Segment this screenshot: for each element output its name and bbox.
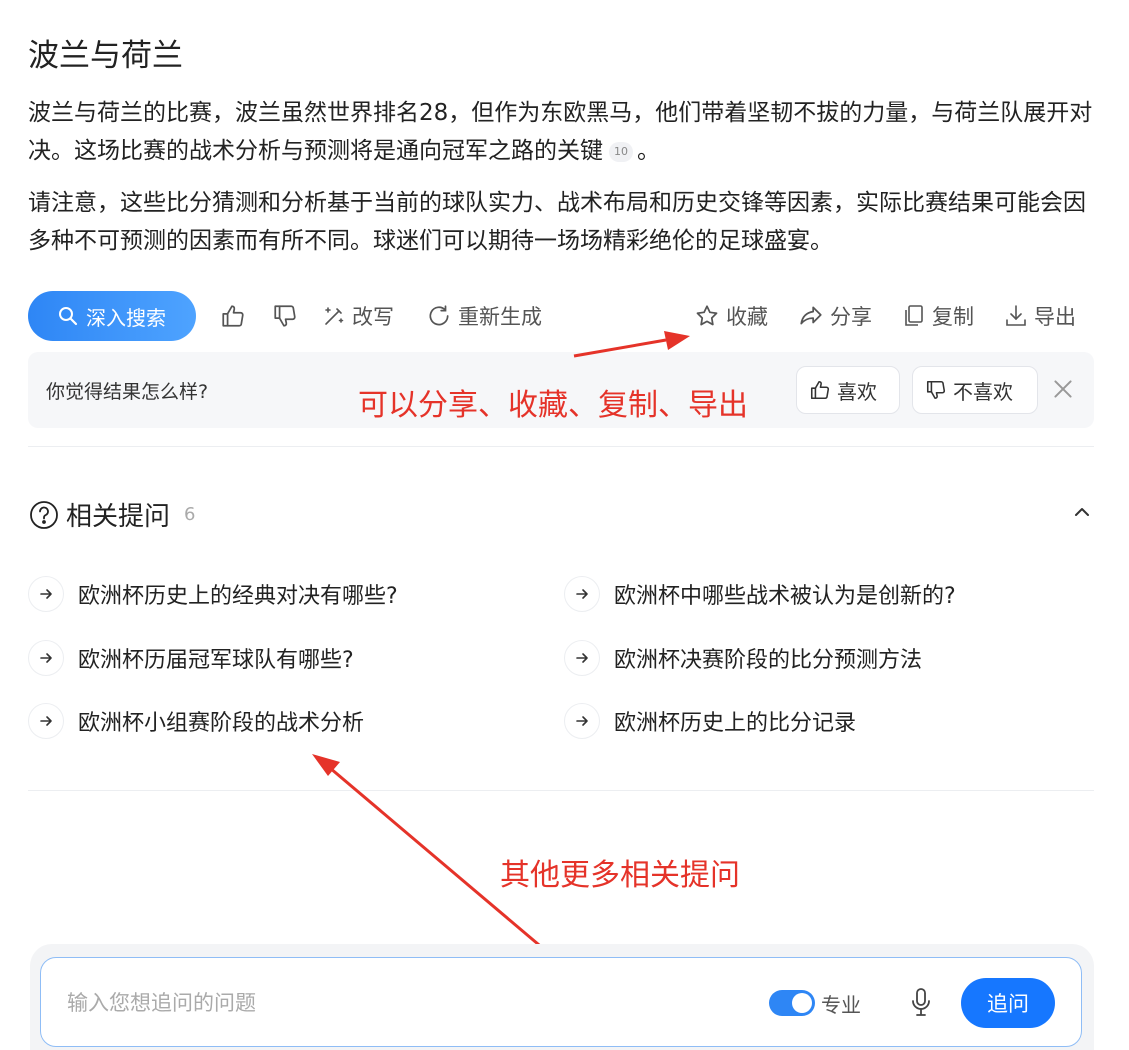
divider <box>28 446 1094 447</box>
question-circle-icon <box>30 500 58 529</box>
thumbs-down-icon <box>274 305 296 327</box>
download-icon <box>1006 305 1026 326</box>
composer: 专业 追问 <box>40 957 1082 1047</box>
related-question-text: 欧洲杯小组赛阶段的战术分析 <box>78 711 365 736</box>
feedback-question: 你觉得结果怎么样? <box>46 381 209 403</box>
related-question-text: 欧洲杯中哪些战术被认为是创新的? <box>614 584 956 609</box>
close-icon[interactable] <box>1050 376 1076 402</box>
related-question-item[interactable]: 欧洲杯历史上的比分记录 <box>564 703 856 739</box>
divider <box>28 790 1094 791</box>
thumbs-up-button[interactable] <box>220 298 246 334</box>
related-question-item[interactable]: 欧洲杯决赛阶段的比分预测方法 <box>564 640 922 676</box>
magic-pen-icon <box>325 307 344 325</box>
related-title: 相关提问 <box>66 502 171 532</box>
arrow-right-icon <box>28 576 64 612</box>
annotation-arrowhead-share <box>664 331 690 350</box>
like-label: 喜欢 <box>837 379 877 404</box>
chevron-up-icon[interactable] <box>1070 500 1094 524</box>
dislike-button[interactable]: 不喜欢 <box>912 366 1038 414</box>
rewrite-button[interactable]: 改写 <box>322 298 394 334</box>
like-button[interactable]: 喜欢 <box>796 366 900 414</box>
collect-label: 收藏 <box>726 305 768 329</box>
export-button[interactable]: 导出 <box>1004 298 1076 334</box>
regenerate-button[interactable]: 重新生成 <box>426 298 542 334</box>
pro-mode-label: 专业 <box>821 993 861 1017</box>
related-question-text: 欧洲杯历届冠军球队有哪些? <box>78 648 354 673</box>
answer-paragraph-2: 请注意，这些比分猜测和分析基于当前的球队实力、战术布局和历史交锋等因素，实际比赛… <box>28 190 1086 254</box>
related-question-text: 欧洲杯历史上的比分记录 <box>614 711 857 736</box>
star-icon <box>696 305 718 326</box>
arrow-right-icon <box>564 703 600 739</box>
regenerate-label: 重新生成 <box>458 305 542 329</box>
annotation-arrowhead-related <box>312 754 340 776</box>
answer-title: 波兰与荷兰 <box>28 38 183 74</box>
refresh-icon <box>429 305 449 326</box>
deep-search-label: 深入搜索 <box>86 305 166 330</box>
toggle-knob <box>792 993 812 1013</box>
thumbs-up-icon <box>222 305 244 327</box>
deep-search-button[interactable]: 深入搜索 <box>28 291 196 341</box>
copy-icon <box>905 305 923 326</box>
follow-up-send-button[interactable]: 追问 <box>961 978 1055 1028</box>
related-count: 6 <box>184 504 196 525</box>
arrow-right-icon <box>564 640 600 676</box>
thumbs-down-button[interactable] <box>272 298 298 334</box>
arrow-right-icon <box>28 640 64 676</box>
copy-label: 复制 <box>932 305 974 329</box>
share-icon <box>800 306 822 325</box>
annotation-related-note: 其他更多相关提问 <box>500 858 740 893</box>
related-question-text: 欧洲杯历史上的经典对决有哪些? <box>78 584 398 609</box>
related-question-item[interactable]: 欧洲杯小组赛阶段的战术分析 <box>28 703 364 739</box>
microphone-icon[interactable] <box>907 986 935 1018</box>
arrow-right-icon <box>28 703 64 739</box>
search-icon <box>59 307 78 326</box>
share-button[interactable]: 分享 <box>798 298 872 334</box>
follow-up-input[interactable] <box>65 984 749 1022</box>
related-question-item[interactable]: 欧洲杯历史上的经典对决有哪些? <box>28 576 398 612</box>
share-label: 分享 <box>830 305 872 329</box>
citation-badge[interactable]: 10 <box>609 141 633 162</box>
paragraph-1-end: 。 <box>637 138 660 164</box>
rewrite-label: 改写 <box>352 305 394 329</box>
annotation-share-note: 可以分享、收藏、复制、导出 <box>358 388 748 423</box>
dislike-label: 不喜欢 <box>953 379 1013 404</box>
related-header: 相关提问 6 <box>28 496 195 533</box>
related-question-text: 欧洲杯决赛阶段的比分预测方法 <box>614 648 923 673</box>
copy-button[interactable]: 复制 <box>902 298 974 334</box>
thumbs-down-icon <box>926 380 946 400</box>
related-question-item[interactable]: 欧洲杯中哪些战术被认为是创新的? <box>564 576 956 612</box>
thumbs-up-icon <box>810 380 830 400</box>
collect-button[interactable]: 收藏 <box>694 298 768 334</box>
arrow-right-icon <box>564 576 600 612</box>
paragraph-1-text: 波兰与荷兰的比赛，波兰虽然世界排名28，但作为东欧黑马，他们带着坚韧不拔的力量，… <box>28 100 1093 164</box>
related-question-item[interactable]: 欧洲杯历届冠军球队有哪些? <box>28 640 354 676</box>
export-label: 导出 <box>1034 305 1076 329</box>
answer-paragraph-1: 波兰与荷兰的比赛，波兰虽然世界排名28，但作为东欧黑马，他们带着坚韧不拔的力量，… <box>28 94 1098 170</box>
pro-mode-toggle[interactable] <box>769 990 815 1016</box>
